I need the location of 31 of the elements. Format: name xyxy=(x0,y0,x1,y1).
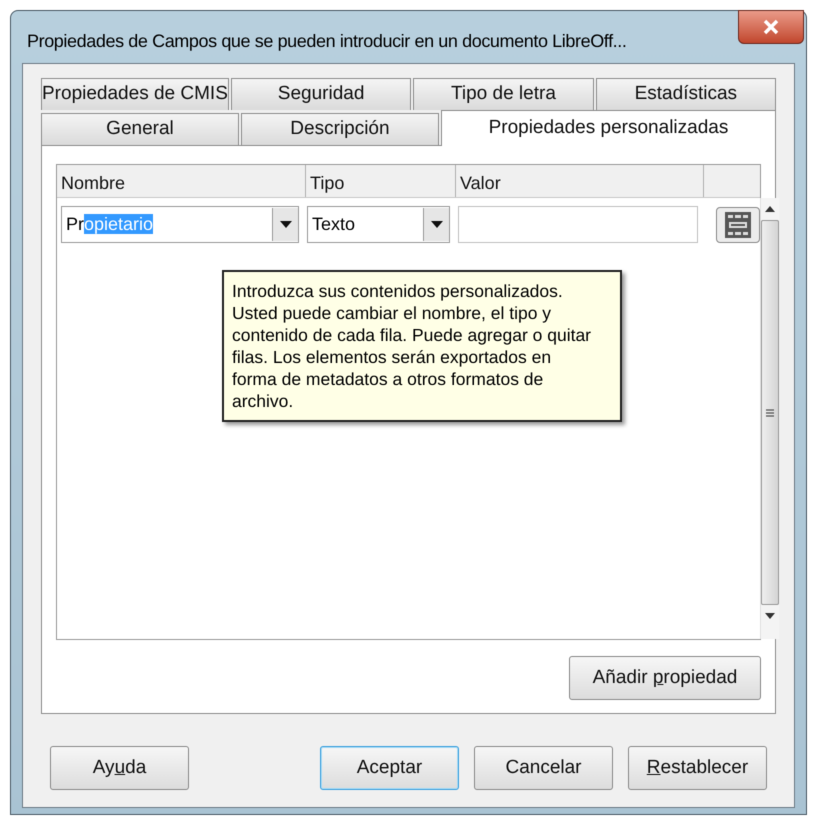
type-combo[interactable]: Texto xyxy=(307,206,450,243)
column-header: Nombre xyxy=(57,165,306,197)
tooltip: Introduzca sus contenidos personalizados. Usted puede cambiar el nombre, el tipo y contenido de cada fila. Puede agregar o quitar filas. Los elementos serán exportados en forma de metadatos a otros formatos de archivo. xyxy=(222,270,622,422)
close-button[interactable] xyxy=(738,10,804,44)
name-combo[interactable]: Propietario xyxy=(61,206,299,243)
dropdown-arrow-icon xyxy=(280,221,292,228)
form-icon xyxy=(724,210,752,238)
scroll-thumb[interactable] xyxy=(761,220,779,605)
tab[interactable]: Propiedades de CMIS xyxy=(41,78,229,110)
dialog-button[interactable]: Restablecer xyxy=(628,746,767,790)
tab[interactable]: Tipo de letra xyxy=(413,78,594,110)
grip-icon xyxy=(765,408,775,418)
tab[interactable]: Seguridad xyxy=(230,78,412,110)
dropdown-arrow-icon xyxy=(430,221,442,228)
edit-value-button[interactable] xyxy=(716,206,760,242)
tab[interactable]: Estadísticas xyxy=(596,78,776,110)
dialog-button[interactable]: Cancelar xyxy=(474,746,613,790)
tab[interactable]: Descripción xyxy=(240,113,439,145)
dialog-button[interactable]: Aceptar xyxy=(320,746,459,790)
scroll-up-icon xyxy=(765,206,775,212)
add-property-button[interactable]: Añadir propiedad xyxy=(569,656,761,700)
scrollbar[interactable] xyxy=(760,198,779,639)
tab[interactable]: Propiedades personalizadas xyxy=(440,110,776,146)
tab[interactable]: General xyxy=(41,113,239,145)
window-title: Propiedades de Campos que se pueden introducir en un documento LibreOff... xyxy=(27,30,626,53)
close-icon xyxy=(762,19,780,35)
scroll-down-icon xyxy=(765,613,775,619)
column-header: Tipo xyxy=(306,165,456,197)
value-field[interactable] xyxy=(458,206,698,243)
dialog-button[interactable]: Ayuda xyxy=(50,746,189,790)
column-header: Valor xyxy=(456,165,704,197)
